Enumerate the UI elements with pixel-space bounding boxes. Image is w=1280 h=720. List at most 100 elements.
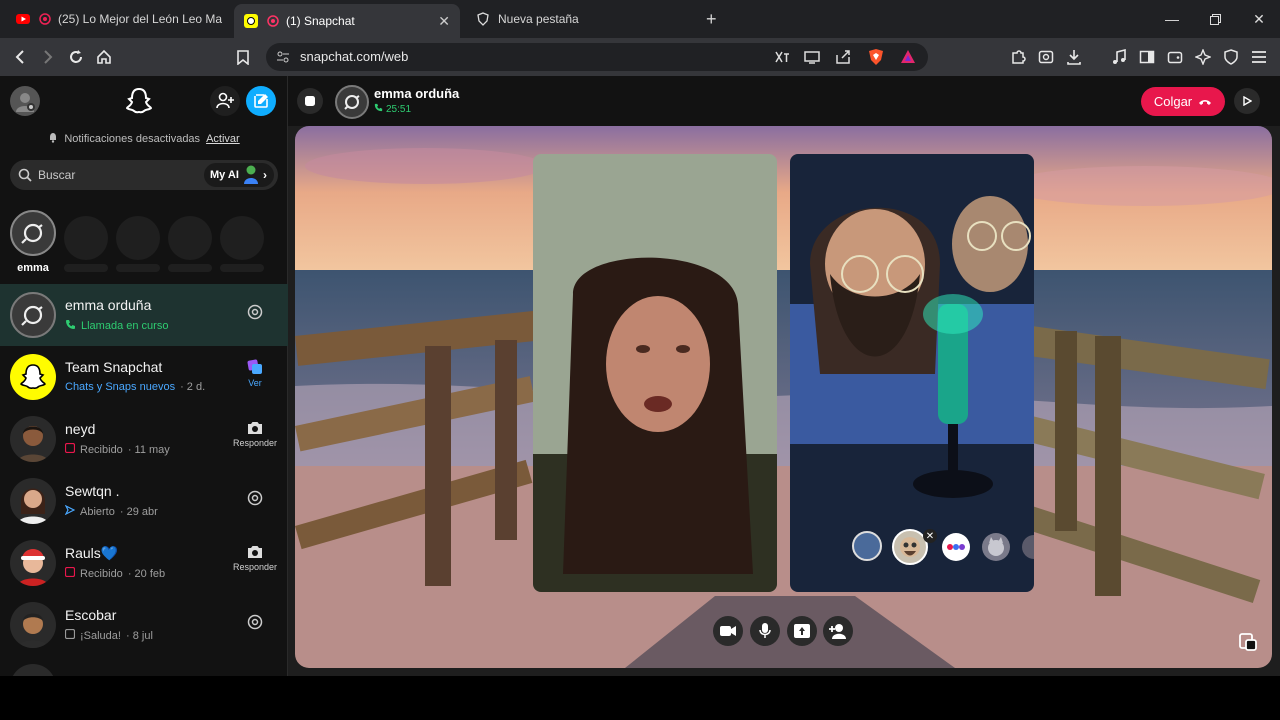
- share-icon[interactable]: [835, 49, 851, 70]
- avatar: [10, 292, 56, 338]
- reload-icon[interactable]: [65, 46, 87, 68]
- reply-button[interactable]: Responder: [232, 420, 278, 448]
- lens-cat[interactable]: [982, 533, 1010, 561]
- microphone-icon[interactable]: [750, 616, 780, 646]
- camera-icon[interactable]: [232, 304, 278, 322]
- brave-rewards-icon[interactable]: [900, 49, 916, 69]
- my-ai-button[interactable]: My AI ›: [204, 163, 274, 187]
- my-ai-label: My AI: [210, 169, 239, 181]
- wallet-icon[interactable]: [1164, 46, 1186, 68]
- chat-row-emma[interactable]: emma orduña Llamada en curso: [0, 284, 288, 346]
- chat-status: Chats y Snaps nuevos · 2 d.: [65, 381, 205, 393]
- tab-youtube[interactable]: (25) Lo Mejor del León Leo Mattioli En: [6, 4, 232, 34]
- enable-notifications-link[interactable]: Activar: [206, 133, 240, 145]
- home-icon[interactable]: [93, 46, 115, 68]
- chat-name: Escobar: [65, 607, 117, 623]
- lens-stars[interactable]: [942, 533, 970, 561]
- chat-name: Team Snapchat: [65, 359, 163, 375]
- hangup-button[interactable]: Colgar: [1141, 87, 1225, 116]
- media-icon[interactable]: [1108, 46, 1130, 68]
- expand-icon[interactable]: [1234, 88, 1260, 114]
- chat-status: Abierto · 29 abr: [64, 504, 158, 518]
- browser-toolbar: snapchat.com/web: [0, 38, 1280, 76]
- reply-button[interactable]: Responder: [232, 544, 278, 572]
- view-button[interactable]: Ver: [232, 358, 278, 388]
- brave-shields-icon[interactable]: [868, 48, 884, 71]
- story-placeholder: [116, 216, 160, 260]
- translate-icon[interactable]: [774, 49, 790, 70]
- lens-none[interactable]: [852, 531, 882, 561]
- received-icon: [64, 442, 76, 456]
- call-header: emma orduña 25:51: [288, 76, 1280, 126]
- view-label: Ver: [248, 378, 262, 388]
- sidebar-toggle-icon[interactable]: [1136, 46, 1158, 68]
- chevron-right-icon: ›: [262, 168, 267, 182]
- back-icon[interactable]: [9, 46, 31, 68]
- youtube-icon: [16, 12, 30, 26]
- chat-row-rauls[interactable]: Rauls💙 Recibido · 20 feb Responder: [0, 532, 288, 594]
- story-avatar-emma[interactable]: [10, 210, 56, 256]
- duration-text: 25:51: [386, 103, 412, 115]
- minimize-icon[interactable]: —: [1150, 0, 1194, 38]
- opened-icon: [64, 504, 76, 518]
- tab-title: (1) Snapchat: [286, 14, 355, 28]
- hangup-label: Colgar: [1153, 94, 1193, 109]
- chat-status: Recibido · 20 feb: [64, 566, 166, 580]
- share-screen-icon[interactable]: [787, 616, 817, 646]
- snapchat-logo-avatar: [10, 354, 56, 400]
- search-input[interactable]: Buscar My AI ›: [10, 160, 278, 190]
- chat-time: · 11 may: [127, 443, 170, 456]
- restore-icon[interactable]: [1193, 0, 1237, 38]
- close-window-icon[interactable]: ✕: [1237, 0, 1280, 38]
- chat-row-neyd[interactable]: neyd Recibido · 11 may Responder: [0, 408, 288, 470]
- profile-avatar[interactable]: [10, 86, 40, 116]
- story-placeholder-label: [168, 264, 212, 272]
- add-friend-icon[interactable]: [210, 86, 240, 116]
- chat-time: · 8 jul: [125, 629, 153, 642]
- status-text: Recibido: [80, 443, 123, 456]
- story-placeholder: [220, 216, 264, 260]
- chat-sidebar: Notificaciones desactivadas Activar Busc…: [0, 76, 288, 676]
- avatar: [10, 664, 56, 676]
- vpn-icon[interactable]: [1220, 46, 1242, 68]
- tab-strip: (25) Lo Mejor del León Leo Mattioli En (…: [0, 0, 1280, 38]
- reply-label: Responder: [232, 562, 278, 572]
- camera-toggle-icon[interactable]: [713, 616, 743, 646]
- address-bar[interactable]: snapchat.com/web: [266, 43, 928, 71]
- url-text: snapchat.com/web: [300, 49, 409, 64]
- chat-bubble-icon: [64, 628, 76, 642]
- add-participant-icon[interactable]: [823, 616, 853, 646]
- chat-row-sewtqn[interactable]: Sewtqn . Abierto · 29 abr: [0, 470, 288, 532]
- site-settings-icon[interactable]: [276, 50, 290, 69]
- forward-icon[interactable]: [37, 46, 59, 68]
- leo-ai-icon[interactable]: [1192, 46, 1214, 68]
- tab-title: Nueva pestaña: [498, 12, 579, 26]
- bookmark-icon[interactable]: [232, 46, 254, 68]
- contact-avatar[interactable]: [335, 85, 369, 119]
- chat-row-team-snapchat[interactable]: Team Snapchat Chats y Snaps nuevos · 2 d…: [0, 346, 288, 408]
- menu-icon[interactable]: [1248, 46, 1270, 68]
- camera-icon[interactable]: [232, 490, 278, 508]
- camera-icon[interactable]: [232, 614, 278, 632]
- extensions-icon[interactable]: [1007, 46, 1029, 68]
- chat-toggle-icon[interactable]: [297, 88, 323, 114]
- chat-row-escobar[interactable]: Escobar ¡Saluda! · 8 jul: [0, 594, 288, 656]
- download-icon[interactable]: [1063, 46, 1085, 68]
- my-ai-avatar: [243, 164, 259, 187]
- new-chat-icon[interactable]: [246, 86, 276, 116]
- stories-row: emma: [0, 208, 288, 282]
- tab-new[interactable]: Nueva pestaña: [466, 4, 692, 34]
- received-icon: [64, 566, 76, 580]
- close-tab-icon[interactable]: ✕: [438, 13, 450, 30]
- notifications-banner: Notificaciones desactivadas Activar: [0, 128, 288, 150]
- chat-time: · 20 feb: [127, 567, 166, 580]
- notifications-text: Notificaciones desactivadas: [64, 133, 201, 145]
- hangup-phone-icon: [1198, 94, 1212, 109]
- cast-icon[interactable]: [804, 49, 820, 70]
- snapchat-ghost-icon[interactable]: [122, 84, 156, 118]
- remove-lens-icon[interactable]: ✕: [923, 529, 937, 543]
- popout-icon[interactable]: [1237, 631, 1259, 653]
- new-tab-button[interactable]: +: [696, 4, 726, 34]
- tab-snapchat[interactable]: (1) Snapchat ✕: [234, 4, 460, 38]
- screenshot-icon[interactable]: [1035, 46, 1057, 68]
